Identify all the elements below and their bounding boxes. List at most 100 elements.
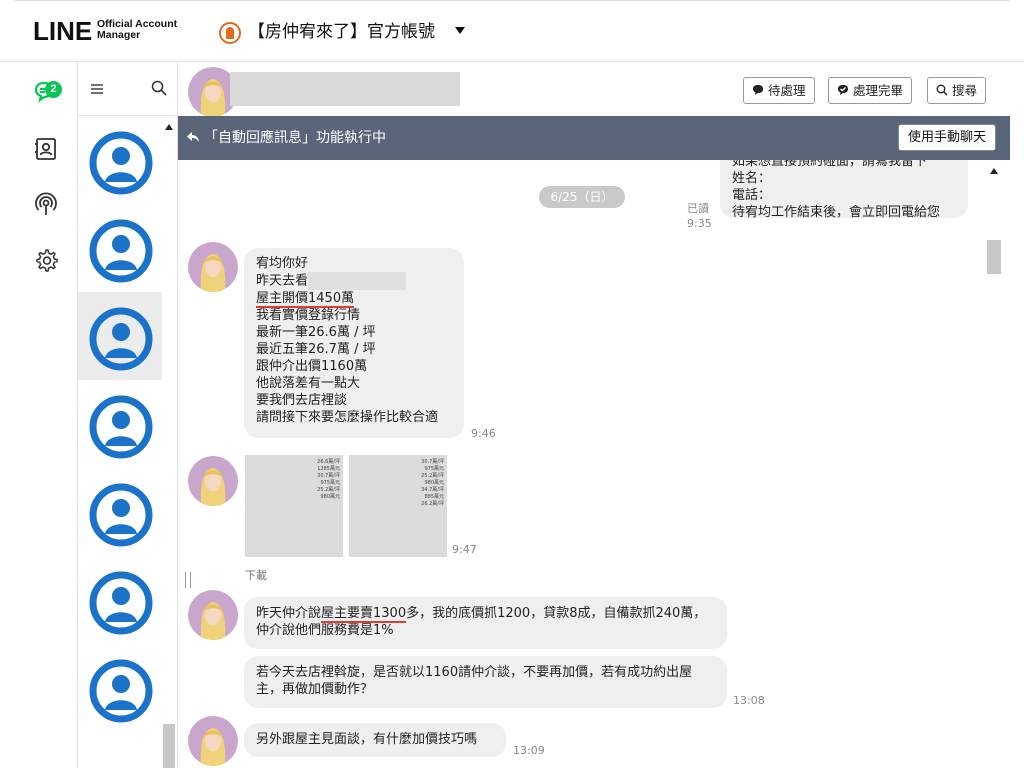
mark-done-label: 處理完畢: [853, 83, 904, 98]
image-text: 980萬元: [424, 480, 444, 486]
user-avatar-icon: [89, 659, 153, 723]
message-line: 如果想直接預約碰面，請寫我留下: [732, 160, 928, 169]
image-text: 30.7萬/坪: [421, 459, 444, 465]
chat-list-item[interactable]: [78, 556, 162, 644]
message-timestamp: 13:08: [733, 694, 765, 707]
message-line: 姓名：: [732, 171, 772, 186]
image-text: 980萬元: [320, 494, 340, 500]
underlined-highlight: 屋主開價1450萬: [256, 291, 355, 308]
user-avatar-icon: [89, 307, 153, 371]
image-text-column: 26.6萬/坪 1285萬元 30.7萬/坪 975萬元 25.2萬/坪 980…: [308, 459, 340, 501]
message-line: 待宥均工作結束後，會立即回電給您: [732, 205, 941, 220]
sender-avatar[interactable]: [188, 456, 238, 506]
sender-avatar[interactable]: [188, 590, 238, 640]
mark-pending-label: 待處理: [768, 83, 806, 98]
chat-header: 待處理 處理完畢 搜尋: [178, 62, 1010, 117]
mark-pending-button[interactable]: 待處理: [743, 77, 815, 104]
manual-chat-button[interactable]: 使用手動聊天: [898, 124, 996, 151]
sender-avatar[interactable]: [188, 242, 238, 292]
search-icon[interactable]: [151, 80, 167, 100]
auto-reply-banner: 「自動回應訊息」功能執行中 使用手動聊天: [178, 116, 1010, 160]
date-separator: 6/25（日）: [539, 186, 625, 208]
underlined-highlight: 屋主要賣1300: [321, 606, 407, 623]
message-timestamp: 9:35: [687, 217, 712, 230]
image-text: 885萬元: [424, 494, 444, 500]
line-logo[interactable]: LINE: [33, 17, 92, 45]
image-thumbnail[interactable]: 26.6萬/坪 1285萬元 30.7萬/坪 975萬元 25.2萬/坪 980…: [245, 455, 343, 557]
message-line: 屋主開價1450萬: [256, 290, 452, 308]
message-line: 最近五筆26.7萬 / 坪: [256, 342, 376, 357]
contacts-icon[interactable]: [33, 136, 59, 162]
scrollbar-thumb[interactable]: [987, 240, 1001, 274]
message-line: 跟仲介出價1160萬: [256, 359, 368, 374]
chat-list-item-selected[interactable]: [78, 292, 162, 380]
reply-arrow-icon: [186, 129, 200, 148]
broadcast-icon[interactable]: [33, 192, 59, 218]
drag-handle-icon[interactable]: [185, 572, 191, 588]
read-receipt: 已讀: [687, 202, 709, 215]
message-text: 昨天仲介說: [256, 606, 322, 621]
image-text: 25.2萬/坪: [421, 473, 444, 479]
search-icon: [936, 79, 948, 104]
scroll-up-arrow-icon[interactable]: [990, 168, 998, 174]
image-text: 26.6萬/坪: [317, 459, 340, 465]
user-avatar-icon: [89, 395, 153, 459]
message-text: 昨天去看: [256, 273, 309, 289]
image-thumbnail[interactable]: 30.7萬/坪 975萬元 25.2萬/坪 980萬元 34.7萬/坪 885萬…: [349, 455, 447, 557]
app-header: LINE Official Account Manager 【房仲宥來了】官方帳…: [0, 0, 1024, 62]
image-text: 975萬元: [320, 480, 340, 486]
user-avatar-icon: [89, 219, 153, 283]
mark-done-button[interactable]: 處理完畢: [828, 77, 913, 104]
chat-search-button[interactable]: 搜尋: [927, 77, 987, 104]
message-timestamp: 9:46: [471, 427, 496, 440]
chat-list-header: [78, 62, 178, 116]
outgoing-message-bubble[interactable]: 如果想直接預約碰面，請寫我留下 姓名： 電話： 待宥均工作結束後，會立即回電給您: [720, 160, 968, 220]
chat-list-panel: [78, 62, 178, 768]
chat-list-item[interactable]: [78, 204, 162, 292]
contact-name-redacted: [230, 72, 460, 106]
account-name[interactable]: 【房仲宥來了】官方帳號: [248, 20, 435, 44]
message-line: 最新一筆26.6萬 / 坪: [256, 325, 376, 340]
scroll-up-arrow-icon[interactable]: [165, 124, 173, 130]
chat-list-item[interactable]: [78, 380, 162, 468]
chat-icon[interactable]: 2: [33, 79, 62, 105]
message-line: 我看實價登錄行情: [256, 308, 361, 323]
check-bubble-icon: [837, 79, 849, 104]
chat-list-item[interactable]: [78, 468, 162, 556]
message-text: 另外跟屋主見面談，有什麼加價技巧嗎: [256, 732, 478, 747]
header-top-divider: [15, 0, 1010, 1]
unread-badge: 2: [45, 81, 62, 98]
chat-window: 待處理 處理完畢 搜尋 「自動回應訊息」功能執行中 使用手動聊天 如果想直接預約…: [178, 62, 1010, 768]
nav-icon-bar: 2: [0, 62, 78, 768]
image-text: 30.7萬/坪: [317, 473, 340, 479]
user-avatar-icon: [89, 571, 153, 635]
message-line-with-redaction: 昨天去看: [256, 272, 452, 290]
chat-list-item[interactable]: [78, 644, 162, 732]
download-link[interactable]: 下載: [245, 567, 267, 583]
chevron-down-icon[interactable]: [455, 27, 465, 34]
image-text: 26.2萬/坪: [421, 501, 444, 507]
incoming-message-bubble[interactable]: 宥均你好 昨天去看 屋主開價1450萬 我看實價登錄行情 最新一筆26.6萬 /…: [244, 248, 464, 438]
auto-reply-status-text: 「自動回應訊息」功能執行中: [204, 130, 386, 146]
message-timestamp: 13:09: [513, 744, 545, 757]
chat-list-scrollbar[interactable]: [162, 116, 176, 768]
sender-avatar[interactable]: [188, 716, 238, 766]
chat-search-label: 搜尋: [952, 83, 978, 98]
message-text: 若今天去店裡斡旋，是否就以1160請仲介談，不要再加價，若有成功約出屋主，再做加…: [256, 665, 693, 697]
image-text-column: 30.7萬/坪 975萬元 25.2萬/坪 980萬元 34.7萬/坪 885萬…: [412, 459, 444, 508]
chat-list-item[interactable]: [78, 116, 162, 204]
menu-icon[interactable]: [90, 80, 104, 99]
image-text: 34.7萬/坪: [421, 487, 444, 493]
chat-scrollbar[interactable]: [986, 160, 1002, 768]
redacted-text: [308, 272, 407, 290]
message-line: 請問接下來要怎麼操作比較合適: [256, 410, 439, 425]
message-line: 宥均你好: [256, 256, 309, 271]
image-text: 975萬元: [424, 466, 444, 472]
account-avatar-icon[interactable]: [219, 22, 241, 44]
incoming-message-bubble[interactable]: 若今天去店裡斡旋，是否就以1160請仲介談，不要再加價，若有成功約出屋主，再做加…: [244, 656, 727, 708]
incoming-message-bubble[interactable]: 另外跟屋主見面談，有什麼加價技巧嗎: [244, 723, 506, 757]
scrollbar-thumb[interactable]: [163, 724, 175, 768]
incoming-message-bubble[interactable]: 昨天仲介說屋主要賣1300多，我的底價抓1200，貸款8成，自備款抓240萬，仲…: [244, 597, 727, 649]
logo-subtitle-line2: Manager: [97, 29, 141, 41]
settings-icon[interactable]: [33, 247, 59, 273]
